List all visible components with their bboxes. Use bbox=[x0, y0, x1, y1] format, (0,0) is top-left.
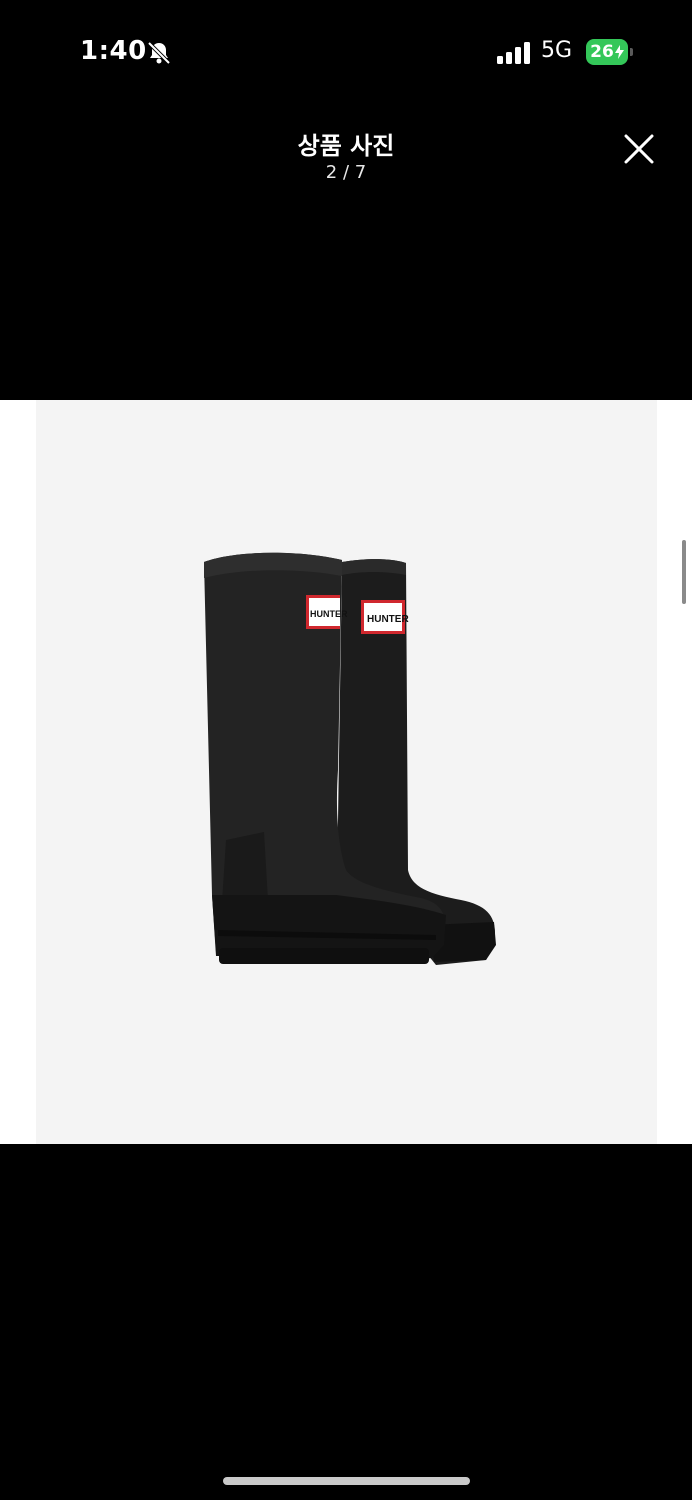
scroll-indicator[interactable] bbox=[682, 540, 686, 604]
home-indicator[interactable] bbox=[223, 1477, 470, 1485]
bell-off-icon bbox=[147, 41, 171, 65]
hunter-label-right: HUNTER bbox=[361, 600, 409, 634]
network-type: 5G bbox=[541, 38, 573, 63]
svg-text:HUNTER: HUNTER bbox=[310, 609, 348, 619]
battery-level: 26 bbox=[590, 42, 614, 62]
status-time: 1:40 bbox=[80, 36, 147, 66]
photo-viewer[interactable]: HUNTER HUNTER bbox=[0, 400, 692, 1144]
charging-bolt-icon bbox=[614, 45, 624, 59]
rain-boots-image: HUNTER HUNTER bbox=[204, 552, 496, 965]
product-photo[interactable]: HUNTER HUNTER bbox=[36, 400, 657, 1144]
close-icon[interactable] bbox=[618, 128, 660, 170]
svg-text:HUNTER: HUNTER bbox=[367, 614, 409, 625]
battery-indicator: 26 bbox=[586, 39, 634, 65]
image-counter: 2 / 7 bbox=[325, 162, 367, 183]
page-title: 상품 사진 bbox=[297, 132, 395, 160]
status-bar: 1:40 5G 26 bbox=[0, 0, 692, 100]
cellular-signal-icon bbox=[497, 42, 530, 64]
